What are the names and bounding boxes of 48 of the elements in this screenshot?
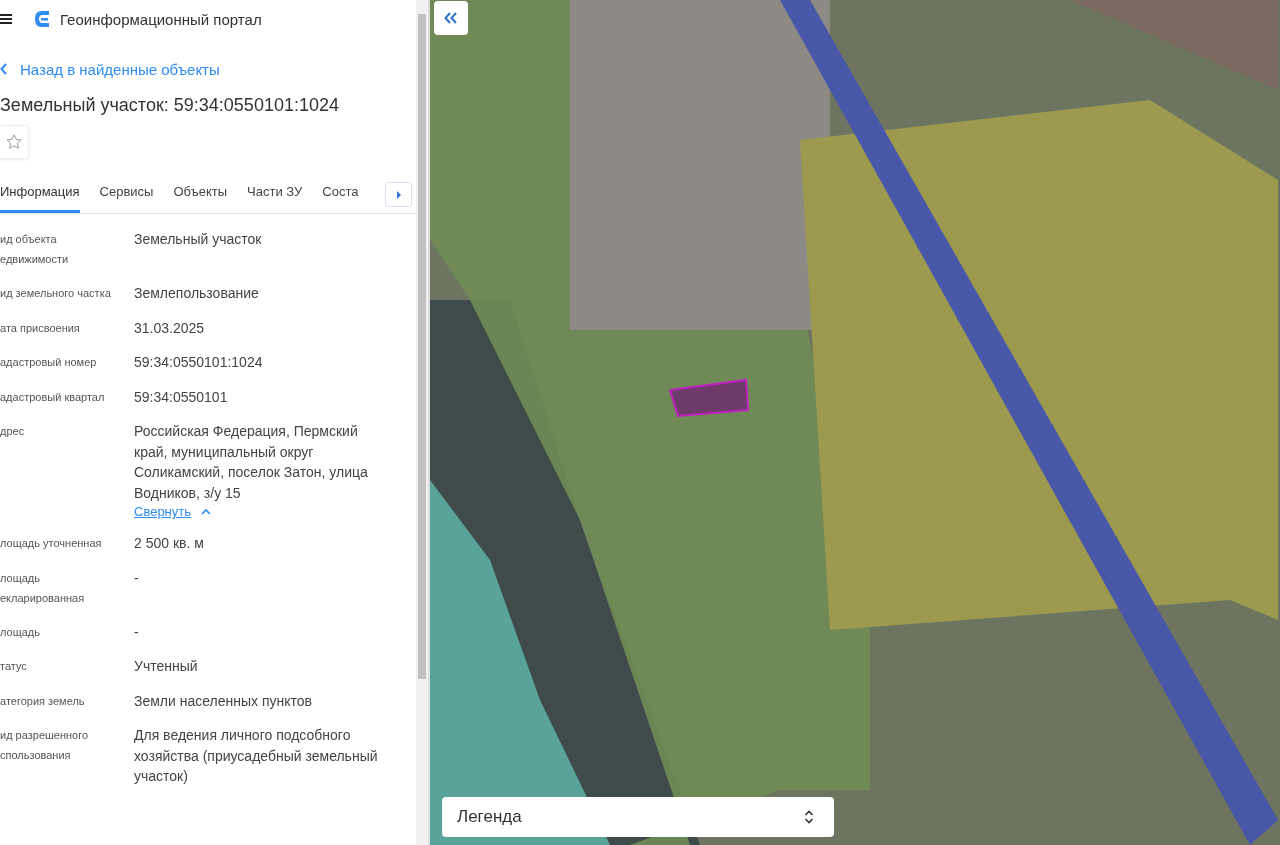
collapse-link[interactable]: Свернуть xyxy=(134,504,211,519)
field-value: - xyxy=(134,622,139,642)
field-value: Земельный участок xyxy=(134,230,262,249)
legend-label: Легенда xyxy=(457,807,522,827)
field-label: ата присвоения xyxy=(0,320,81,336)
field-label: татус xyxy=(0,659,28,674)
field-label: адастровый номер xyxy=(0,355,98,370)
field-label: ид разрешенного спользования xyxy=(0,728,90,763)
scrollbar[interactable] xyxy=(416,0,428,845)
object-title: Земельный участок: 59:34:0550101:1024 xyxy=(0,94,340,117)
field-label: дрес xyxy=(0,424,26,439)
portal-title: Геоинформационный портал xyxy=(60,10,262,28)
field-value: 2 500 кв. м xyxy=(134,534,204,553)
field-label: лощадь xyxy=(0,624,41,640)
field-label: лощадь екларированная xyxy=(0,570,86,606)
star-icon xyxy=(5,133,23,151)
field-value: 59:34:0550101 xyxy=(134,387,228,407)
field-label: адастровый квартал xyxy=(0,389,106,405)
scroll-right-button[interactable] xyxy=(385,182,412,207)
field-value: 31.03.2025 xyxy=(134,318,205,338)
tab[interactable]: Сервисы xyxy=(99,177,154,213)
tab[interactable]: Соста xyxy=(322,177,359,213)
menu-icon[interactable] xyxy=(0,14,12,24)
double-chevron-left-icon xyxy=(444,12,458,24)
field-label: ид земельного частка xyxy=(0,286,112,301)
field-value: 59:34:0550101:1024 xyxy=(134,353,263,372)
back-link[interactable]: Назад в найденные объекты xyxy=(0,51,416,87)
tab[interactable]: Объекты xyxy=(173,177,228,213)
caret-right-icon xyxy=(395,190,402,199)
field-label: ид объекта едвижимости xyxy=(0,232,70,267)
collapse-panel-button[interactable] xyxy=(434,1,468,35)
chevron-left-icon xyxy=(0,63,8,75)
favorite-button[interactable] xyxy=(0,125,29,159)
chevron-icon xyxy=(201,508,211,515)
satellite-map[interactable]: Легенда xyxy=(430,0,1280,845)
field-value: Для ведения личного подсобного хозяйства (приусадебный земельный участок) xyxy=(134,726,379,786)
field-label: лощадь уточненная xyxy=(0,536,103,551)
field-value: Землепользование xyxy=(134,284,259,303)
up-down-chevron-icon xyxy=(804,809,814,825)
legend-dropdown[interactable]: Легенда xyxy=(442,797,834,837)
field-label: атегория земель xyxy=(0,693,86,709)
tab[interactable]: Информация xyxy=(0,177,80,213)
field-value: Земли населенных пунктов xyxy=(134,691,313,711)
field-value: - xyxy=(134,568,139,588)
logo-icon xyxy=(34,10,50,28)
field-value: Российская Федерация, Пермский край, муниципальный округ Соликамский, поселок Затон, улица Водников, з/у 15 xyxy=(134,422,369,503)
field-value: Учтенный xyxy=(134,657,198,676)
tab[interactable]: Части ЗУ xyxy=(247,177,303,213)
